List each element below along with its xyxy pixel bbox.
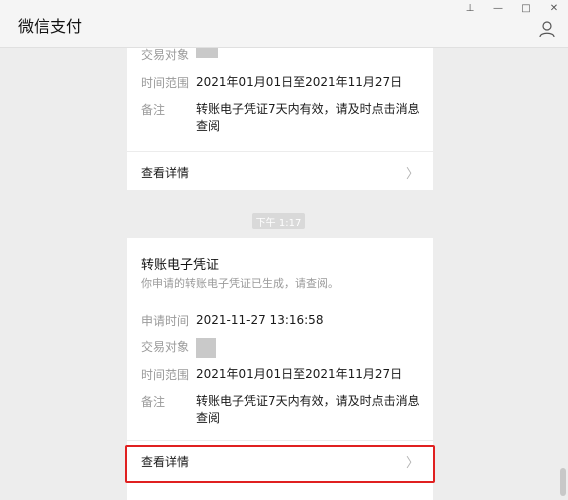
redacted-block (196, 48, 218, 58)
user-icon[interactable] (538, 20, 556, 38)
voucher-card-1: 交易对象 时间范围 2021年01月01日至2021年11月27日 备注 转账电… (127, 48, 433, 190)
row-label: 备注 (141, 103, 166, 117)
row-value: 2021-11-27 13:16:58 (196, 313, 324, 327)
view-details-button[interactable]: 查看详情 〉 (127, 152, 433, 192)
row-label: 交易对象 (141, 48, 190, 62)
row-note: 备注 转账电子凭证7天内有效，请及时点击消息 查阅 (141, 101, 421, 135)
window-controls: ⊥ — □ ✕ (456, 0, 568, 16)
note-line-1: 转账电子凭证7天内有效，请及时点击消息 (196, 394, 420, 408)
timestamp: 下午 1:17 (252, 213, 305, 229)
redacted-block (196, 338, 216, 358)
maximize-button[interactable]: □ (512, 0, 540, 16)
row-apply-time: 申请时间 2021-11-27 13:16:58 (141, 312, 421, 329)
view-details-label: 查看详情 (141, 165, 190, 180)
app-title: 微信支付 (18, 17, 83, 36)
row-note: 备注 转账电子凭证7天内有效，请及时点击消息 查阅 (141, 393, 421, 427)
row-time-range: 时间范围 2021年01月01日至2021年11月27日 (141, 74, 421, 91)
note-line-2: 查阅 (196, 119, 221, 133)
row-value: 转账电子凭证7天内有效，请及时点击消息 查阅 (196, 393, 420, 427)
title-bar: 微信支付 ⊥ — □ ✕ (0, 0, 568, 48)
row-label: 备注 (141, 395, 166, 409)
row-label: 交易对象 (141, 340, 190, 354)
chevron-right-icon: 〉 (405, 455, 419, 471)
card-title: 转账电子凭证 (141, 258, 220, 273)
row-value: 2021年01月01日至2021年11月27日 (196, 75, 403, 89)
scrollbar[interactable] (560, 468, 566, 496)
row-label: 时间范围 (141, 76, 190, 90)
minimize-button[interactable]: — (484, 0, 512, 16)
row-time-range: 时间范围 2021年01月01日至2021年11月27日 (141, 366, 421, 383)
row-counterparty: 交易对象 (141, 48, 421, 63)
row-value: 转账电子凭证7天内有效，请及时点击消息 查阅 (196, 101, 420, 135)
row-counterparty: 交易对象 (141, 338, 421, 358)
row-label: 申请时间 (141, 314, 190, 328)
close-button[interactable]: ✕ (540, 0, 568, 16)
pin-button[interactable]: ⊥ (456, 0, 484, 16)
row-label: 时间范围 (141, 368, 190, 382)
chevron-right-icon: 〉 (405, 166, 419, 182)
view-details-button[interactable]: 查看详情 〉 (127, 441, 433, 481)
note-line-2: 查阅 (196, 411, 221, 425)
card-subtitle: 你申请的转账电子凭证已生成，请查阅。 (141, 277, 339, 290)
view-details-label: 查看详情 (141, 454, 190, 469)
row-value: 2021年01月01日至2021年11月27日 (196, 367, 403, 381)
voucher-card-2: 转账电子凭证 你申请的转账电子凭证已生成，请查阅。 申请时间 2021-11-2… (125, 238, 435, 500)
message-list[interactable]: 交易对象 时间范围 2021年01月01日至2021年11月27日 备注 转账电… (0, 48, 568, 500)
note-line-1: 转账电子凭证7天内有效，请及时点击消息 (196, 102, 420, 116)
